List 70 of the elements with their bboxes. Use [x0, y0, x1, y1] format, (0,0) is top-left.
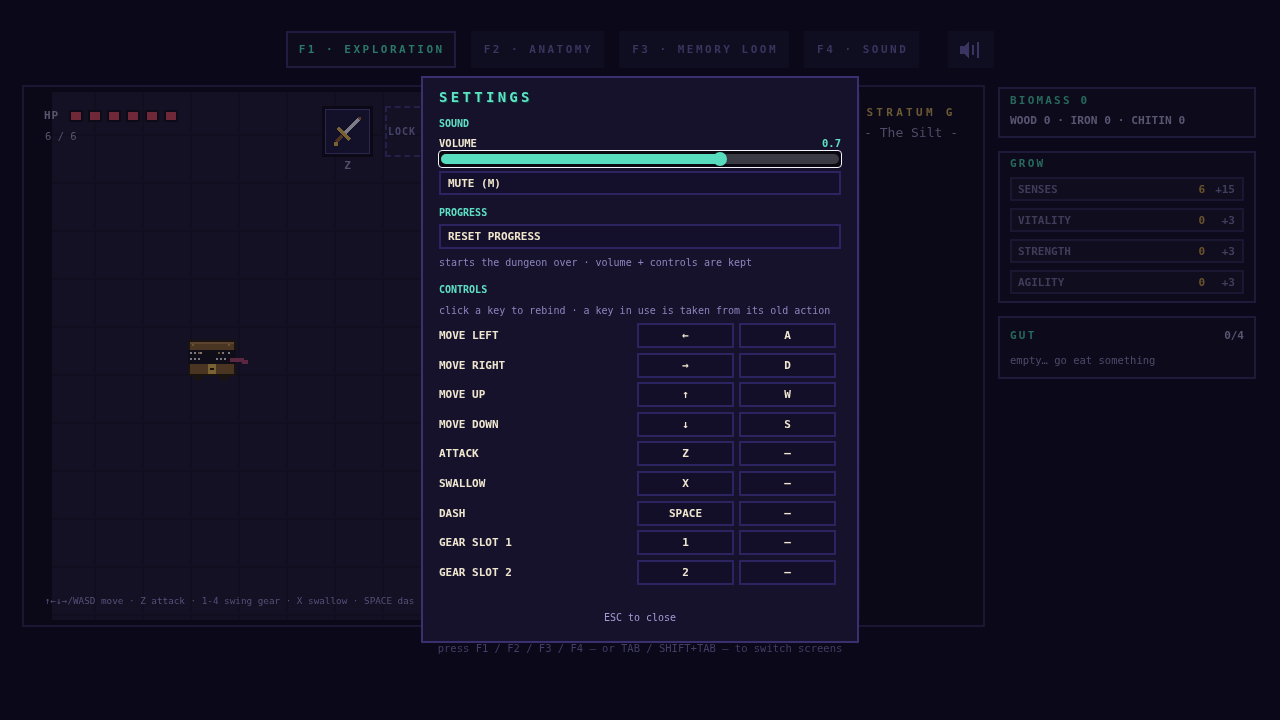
tab[interactable]: F1 · EXPLORATION — [285, 31, 456, 68]
hp-label: HP — [44, 109, 60, 122]
action-label: MOVE UP — [439, 388, 486, 402]
key-binding-button[interactable]: ← — [637, 323, 734, 348]
action-label: MOVE DOWN — [439, 417, 499, 431]
key-binding-button[interactable]: D — [739, 352, 836, 378]
section-heading: PROGRESS — [439, 207, 488, 219]
key-binding-button[interactable]: — — [739, 500, 836, 526]
stat-cost: +3 — [1220, 275, 1235, 289]
stat-value: 0 — [1198, 275, 1205, 289]
grow-title: GROW — [1010, 158, 1047, 170]
stratum-title: STRATUM G — [866, 106, 956, 119]
section-heading: SOUND — [439, 118, 470, 130]
action-label: MOVE LEFT — [439, 329, 499, 342]
volume-slider[interactable] — [438, 150, 842, 168]
key-binding-button[interactable]: Z — [637, 441, 734, 467]
controls-note: click a key to rebind · a key in use is taken from its old action — [439, 305, 831, 317]
sword-icon — [331, 115, 364, 148]
action-label: SWALLOW — [439, 476, 486, 490]
volume-label: VOLUME — [439, 137, 477, 149]
action-label: MOVE RIGHT — [439, 358, 506, 372]
gut-title: GUT — [1010, 329, 1037, 342]
key-binding-button[interactable]: — — [739, 441, 836, 467]
key-binding-button[interactable]: X — [637, 470, 734, 496]
gut-count: 0/4 — [1224, 329, 1244, 342]
locked-slot-label: LOCK — [388, 126, 417, 137]
stat-cost: +15 — [1215, 182, 1235, 196]
action-label: DASH — [439, 506, 466, 520]
slider-thumb[interactable] — [712, 152, 727, 166]
action-label: ATTACK — [439, 447, 479, 461]
controls-hint: ↑←↓→/WASD move · Z attack · 1-4 swing gear · X swallow · SPACE das — [45, 595, 415, 606]
biomass-title: BIOMASS 0 — [1010, 95, 1091, 107]
stat-value: 6 — [1198, 182, 1205, 196]
hp-reading: 6 / 6 — [45, 130, 77, 142]
key-binding-button[interactable]: ↑ — [637, 382, 734, 408]
gut-status-text: empty… go eat something — [1010, 354, 1157, 366]
section-heading: CONTROLS — [439, 284, 488, 296]
key-binding-button[interactable]: — — [739, 470, 836, 496]
progress-note: starts the dungeon over · volume + controls are kept — [439, 257, 753, 269]
volume-reading: 0.7 — [822, 137, 841, 149]
stratum-name: - The Silt - — [864, 125, 958, 140]
materials-text: WOOD 0 · IRON 0 · CHITIN 0 — [1010, 115, 1187, 127]
key-binding-button[interactable]: A — [739, 323, 836, 348]
reset-progress-button[interactable]: RESET PROGRESS — [439, 224, 841, 249]
stat-cost: +3 — [1220, 244, 1235, 258]
mute-button[interactable]: MUTE (M) — [439, 171, 841, 195]
key-binding-button[interactable]: — — [739, 559, 836, 585]
key-binding-button[interactable]: ↓ — [637, 411, 734, 437]
action-label: GEAR SLOT 1 — [439, 536, 512, 550]
key-binding-button[interactable]: SPACE — [637, 500, 734, 526]
stat-value: 0 — [1198, 244, 1205, 258]
gear-slot[interactable] — [322, 106, 373, 157]
stat-value: 0 — [1198, 213, 1205, 227]
key-binding-button[interactable]: → — [637, 352, 734, 378]
close-hint: ESC to close — [603, 612, 677, 624]
key-binding-button[interactable]: — — [739, 530, 836, 556]
stat-name: AGILITY — [1018, 275, 1066, 289]
slot-key-label: Z — [344, 159, 351, 172]
action-label: GEAR SLOT 2 — [439, 565, 512, 579]
key-binding-button[interactable]: 1 — [637, 530, 734, 556]
key-binding-button[interactable]: W — [739, 382, 836, 408]
stat-name: SENSES — [1018, 182, 1059, 196]
stat-name: VITALITY — [1018, 213, 1072, 227]
sound-toggle-button[interactable] — [948, 31, 995, 68]
dialog-title: SETTINGS — [439, 89, 533, 105]
stat-cost: +3 — [1220, 213, 1235, 227]
key-binding-button[interactable]: 2 — [637, 559, 734, 585]
key-binding-button[interactable]: S — [739, 411, 836, 437]
screen-switch-hint: press F1 / F2 / F3 / F4 — or TAB / SHIFT+TAB — to switch screens — [437, 642, 843, 654]
stat-name: STRENGTH — [1018, 244, 1072, 258]
